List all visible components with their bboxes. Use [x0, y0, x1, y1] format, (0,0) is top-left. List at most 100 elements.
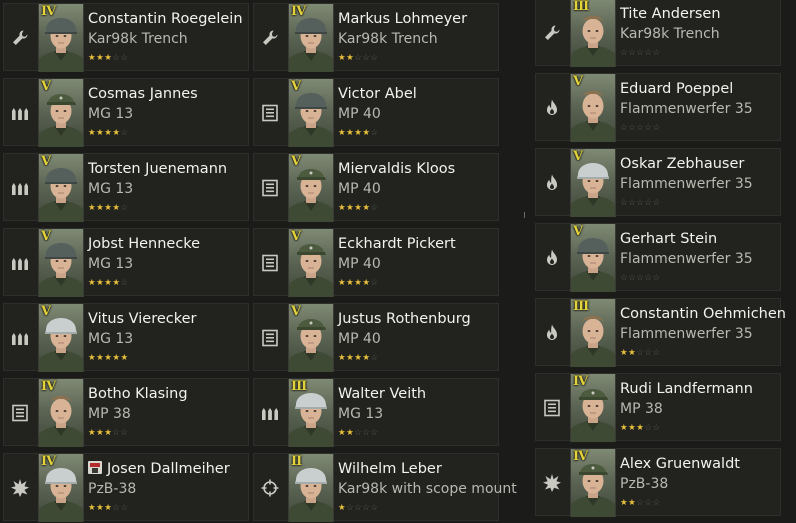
- soldier-card[interactable]: IV Botho Klasing MP 38 ★★★☆☆: [3, 378, 249, 447]
- star-filled-icon: ★: [112, 128, 121, 138]
- star-filled-icon: ★: [338, 53, 347, 63]
- rank-badge: III: [573, 299, 589, 314]
- star-empty-icon: ☆: [652, 273, 661, 283]
- star-filled-icon: ★: [112, 203, 121, 213]
- star-empty-icon: ☆: [370, 278, 379, 288]
- soldier-name: Victor Abel: [338, 86, 417, 102]
- flame-icon: [542, 323, 562, 343]
- soldier-card[interactable]: V Cosmas Jannes MG 13 ★★★★☆: [3, 78, 249, 147]
- star-rating: ★★★☆☆: [88, 53, 129, 63]
- soldier-card[interactable]: II Wilhelm Leber Kar98k with scope mount…: [253, 453, 517, 522]
- star-empty-icon: ☆: [644, 423, 653, 433]
- magazine-icon: [260, 328, 280, 348]
- soldier-name-text: Eckhardt Pickert: [338, 236, 456, 252]
- soldier-weapon: PzB-38: [88, 481, 137, 497]
- star-rating: ★★★★☆: [88, 203, 129, 213]
- soldier-name-text: Rudi Landfermann: [620, 381, 753, 397]
- soldier-portrait: V: [570, 224, 616, 292]
- star-empty-icon: ☆: [362, 428, 371, 438]
- soldier-name-text: Wilhelm Leber: [338, 461, 442, 477]
- star-filled-icon: ★: [88, 53, 97, 63]
- star-empty-icon: ☆: [644, 498, 653, 508]
- medal-icon: [88, 461, 102, 474]
- star-rating: ☆☆☆☆☆: [620, 198, 661, 208]
- star-empty-icon: ☆: [620, 123, 629, 133]
- star-filled-icon: ★: [620, 348, 629, 358]
- star-empty-icon: ☆: [652, 48, 661, 58]
- soldier-portrait: V: [288, 304, 334, 372]
- star-rating: ☆☆☆☆☆: [620, 48, 661, 58]
- star-empty-icon: ☆: [644, 198, 653, 208]
- soldier-card[interactable]: V Victor Abel MP 40 ★★★★☆: [253, 78, 499, 147]
- soldier-name-text: Jobst Hennecke: [88, 236, 201, 252]
- soldier-name-text: Tite Andersen: [620, 6, 721, 22]
- soldier-name: Rudi Landfermann: [620, 381, 753, 397]
- soldier-portrait: IV: [570, 374, 616, 442]
- soldier-name: Gerhart Stein: [620, 231, 717, 247]
- soldier-weapon: MG 13: [338, 406, 384, 422]
- rank-badge: II: [291, 454, 302, 469]
- soldier-portrait: III: [570, 299, 616, 367]
- soldier-card[interactable]: V Vitus Vierecker MG 13 ★★★★★: [3, 303, 249, 372]
- soldier-name-text: Josen Dallmeiher: [107, 461, 230, 477]
- soldier-card[interactable]: III Constantin Oehmichen Flammenwerfer 3…: [535, 298, 786, 367]
- star-empty-icon: ☆: [644, 348, 653, 358]
- soldier-card[interactable]: V Oskar Zebhauser Flammenwerfer 35 ☆☆☆☆☆: [535, 148, 781, 217]
- soldier-card[interactable]: IV Alex Gruenwaldt PzB-38 ★★☆☆☆: [535, 448, 781, 517]
- star-empty-icon: ☆: [620, 273, 629, 283]
- soldier-portrait: IV: [38, 454, 84, 522]
- soldier-card[interactable]: V Eduard Poeppel Flammenwerfer 35 ☆☆☆☆☆: [535, 73, 781, 142]
- soldier-weapon: Flammenwerfer 35: [620, 176, 753, 192]
- rank-badge: IV: [41, 454, 56, 469]
- soldier-weapon: MP 40: [338, 106, 381, 122]
- star-rating: ★★★★☆: [88, 128, 129, 138]
- star-filled-icon: ★: [620, 498, 629, 508]
- soldier-weapon: Flammenwerfer 35: [620, 251, 753, 267]
- soldier-card[interactable]: IV Constantin Roegelein Kar98k Trench ★★…: [3, 3, 249, 72]
- star-rating: ★★☆☆☆: [620, 348, 661, 358]
- star-rating: ★★★★☆: [338, 278, 379, 288]
- star-filled-icon: ★: [338, 278, 347, 288]
- soldier-card[interactable]: IV Rudi Landfermann MP 38 ★★★☆☆: [535, 373, 781, 442]
- soldier-card[interactable]: IV Josen Dallmeiher PzB-38 ★★★☆☆: [3, 453, 249, 522]
- flame-icon: [542, 98, 562, 118]
- soldier-card[interactable]: V Justus Rothenburg MP 40 ★★★★☆: [253, 303, 499, 372]
- magazine-icon: [260, 103, 280, 123]
- soldier-weapon: MP 38: [620, 401, 663, 417]
- star-filled-icon: ★: [112, 278, 121, 288]
- magazine-icon: [10, 403, 30, 423]
- soldier-portrait: V: [288, 229, 334, 297]
- star-rating: ☆☆☆☆☆: [620, 123, 661, 133]
- star-empty-icon: ☆: [620, 198, 629, 208]
- star-rating: ☆☆☆☆☆: [620, 273, 661, 283]
- star-empty-icon: ☆: [370, 503, 379, 513]
- star-empty-icon: ☆: [120, 428, 129, 438]
- soldier-name: Botho Klasing: [88, 386, 188, 402]
- soldier-card[interactable]: V Torsten Juenemann MG 13 ★★★★☆: [3, 153, 249, 222]
- star-empty-icon: ☆: [644, 123, 653, 133]
- soldier-portrait: II: [288, 454, 334, 522]
- star-empty-icon: ☆: [362, 53, 371, 63]
- soldier-name-text: Gerhart Stein: [620, 231, 718, 247]
- rank-badge: V: [41, 79, 51, 94]
- soldier-portrait: V: [38, 229, 84, 297]
- explosion-icon: [542, 473, 562, 493]
- star-empty-icon: ☆: [120, 278, 129, 288]
- rank-badge: V: [41, 154, 51, 169]
- soldier-card[interactable]: V Miervaldis Kloos MP 40 ★★★★☆: [253, 153, 499, 222]
- ammo-belt-icon: [10, 178, 30, 198]
- soldier-name: Tite Andersen: [620, 6, 721, 22]
- soldier-name-text: Alex Gruenwaldt: [620, 456, 740, 472]
- soldier-name-text: Eduard Poeppel: [620, 81, 734, 97]
- rank-badge: IV: [41, 4, 56, 19]
- soldier-card[interactable]: V Jobst Hennecke MG 13 ★★★★☆: [3, 228, 249, 297]
- star-rating: ★★★★☆: [338, 353, 379, 363]
- soldier-card[interactable]: V Gerhart Stein Flammenwerfer 35 ☆☆☆☆☆: [535, 223, 781, 292]
- soldier-card[interactable]: V Eckhardt Pickert MP 40 ★★★★☆: [253, 228, 499, 297]
- star-filled-icon: ★: [338, 428, 347, 438]
- soldier-card[interactable]: III Walter Veith MG 13 ★★☆☆☆: [253, 378, 499, 447]
- star-empty-icon: ☆: [652, 348, 661, 358]
- soldier-card[interactable]: III Tite Andersen Kar98k Trench ☆☆☆☆☆: [535, 0, 781, 67]
- soldier-card[interactable]: IV Markus Lohmeyer Kar98k Trench ★★☆☆☆: [253, 3, 499, 72]
- soldier-name: Jobst Hennecke: [88, 236, 200, 252]
